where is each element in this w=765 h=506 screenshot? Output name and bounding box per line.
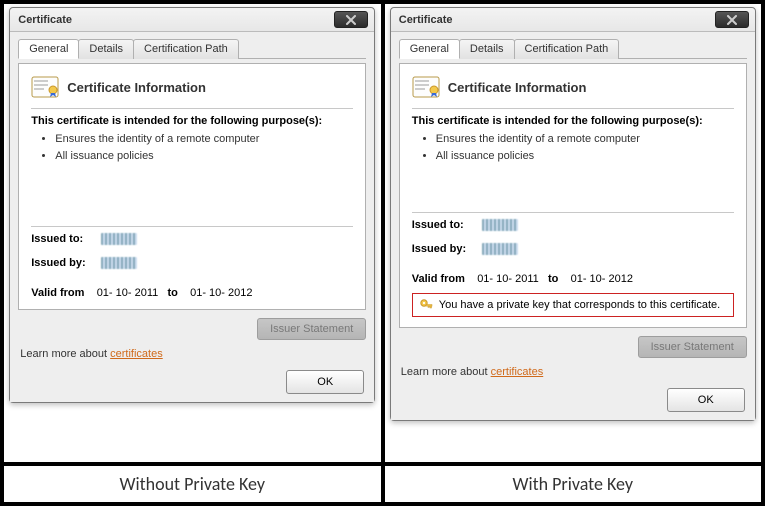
issued-to-row: Issued to: xyxy=(412,219,734,231)
certificates-link[interactable]: certificates xyxy=(491,366,544,378)
close-button[interactable] xyxy=(334,11,368,28)
issuer-statement-button: Issuer Statement xyxy=(638,336,747,358)
purpose-item: All issuance policies xyxy=(55,148,353,165)
valid-from-value: 01- 10- 2011 xyxy=(477,273,539,285)
learn-more-prefix: Learn more about xyxy=(20,348,110,360)
tab-certification-path[interactable]: Certification Path xyxy=(514,39,620,59)
ok-row: OK xyxy=(399,384,747,412)
titlebar: Certificate xyxy=(10,8,374,32)
valid-to-label: to xyxy=(167,287,177,299)
certificate-dialog: Certificate General Details Certificatio… xyxy=(390,7,756,421)
spacer xyxy=(31,164,353,224)
caption-left: Without Private Key xyxy=(2,464,383,504)
valid-from-label: Valid from xyxy=(412,273,465,285)
tab-content: Certificate Information This certificate… xyxy=(399,63,747,328)
issued-by-value-redacted xyxy=(482,243,518,255)
purpose-item: Ensures the identity of a remote compute… xyxy=(55,131,353,148)
cert-header: Certificate Information xyxy=(412,72,734,106)
certificate-icon xyxy=(412,76,440,98)
valid-from-label: Valid from xyxy=(31,287,84,299)
tab-general[interactable]: General xyxy=(399,39,460,59)
issued-by-row: Issued by: xyxy=(412,243,734,255)
spacer xyxy=(412,164,734,210)
purpose-list: Ensures the identity of a remote compute… xyxy=(31,131,353,164)
key-icon xyxy=(419,298,433,312)
issued-by-label: Issued by: xyxy=(31,257,95,269)
tab-strip: General Details Certification Path xyxy=(18,38,366,59)
client-area: General Details Certification Path Certi… xyxy=(10,32,374,402)
panels-row: Certificate General Details Certificatio… xyxy=(2,2,763,464)
cert-info-title: Certificate Information xyxy=(448,80,587,95)
certificate-dialog: Certificate General Details Certificatio… xyxy=(9,7,375,403)
valid-row: Valid from 01- 10- 2011 to 01- 10- 2012 xyxy=(412,273,734,285)
tab-details[interactable]: Details xyxy=(459,39,515,59)
valid-row: Valid from 01- 10- 2011 to 01- 10- 2012 xyxy=(31,287,353,299)
caption-right: With Private Key xyxy=(383,464,764,504)
divider xyxy=(31,226,353,227)
issued-by-row: Issued by: xyxy=(31,257,353,269)
divider xyxy=(31,108,353,109)
window-title: Certificate xyxy=(18,14,72,26)
divider xyxy=(412,212,734,213)
issued-to-row: Issued to: xyxy=(31,233,353,245)
valid-from-value: 01- 10- 2011 xyxy=(97,287,159,299)
issued-to-label: Issued to: xyxy=(412,219,476,231)
captions-row: Without Private Key With Private Key xyxy=(2,464,763,504)
valid-to-value: 01- 10- 2012 xyxy=(190,287,252,299)
window-title: Certificate xyxy=(399,14,453,26)
issued-to-value-redacted xyxy=(101,233,137,245)
tab-certification-path[interactable]: Certification Path xyxy=(133,39,239,59)
close-icon xyxy=(345,15,357,25)
learn-more: Learn more about certificates xyxy=(401,366,745,378)
panel-without-private-key: Certificate General Details Certificatio… xyxy=(2,2,383,464)
issuer-statement-button: Issuer Statement xyxy=(257,318,366,340)
purpose-item: All issuance policies xyxy=(436,148,734,165)
private-key-notice: You have a private key that corresponds … xyxy=(412,293,734,317)
certificate-icon xyxy=(31,76,59,98)
tab-details[interactable]: Details xyxy=(78,39,134,59)
tab-general[interactable]: General xyxy=(18,39,79,59)
valid-to-value: 01- 10- 2012 xyxy=(571,273,633,285)
titlebar: Certificate xyxy=(391,8,755,32)
issued-by-label: Issued by: xyxy=(412,243,476,255)
learn-more: Learn more about certificates xyxy=(20,348,364,360)
purpose-heading: This certificate is intended for the fol… xyxy=(412,115,734,127)
issued-to-value-redacted xyxy=(482,219,518,231)
divider xyxy=(412,108,734,109)
valid-to-label: to xyxy=(548,273,558,285)
comparison-frame: Certificate General Details Certificatio… xyxy=(0,0,765,506)
issued-by-value-redacted xyxy=(101,257,137,269)
cert-header: Certificate Information xyxy=(31,72,353,106)
learn-more-prefix: Learn more about xyxy=(401,366,491,378)
client-area: General Details Certification Path Certi… xyxy=(391,32,755,420)
panel-with-private-key: Certificate General Details Certificatio… xyxy=(383,2,764,464)
purpose-item: Ensures the identity of a remote compute… xyxy=(436,131,734,148)
ok-row: OK xyxy=(18,366,366,394)
purpose-list: Ensures the identity of a remote compute… xyxy=(412,131,734,164)
ok-button[interactable]: OK xyxy=(667,388,745,412)
ok-button[interactable]: OK xyxy=(286,370,364,394)
private-key-text: You have a private key that corresponds … xyxy=(439,299,720,311)
tab-content: Certificate Information This certificate… xyxy=(18,63,366,310)
certificates-link[interactable]: certificates xyxy=(110,348,163,360)
tab-strip: General Details Certification Path xyxy=(399,38,747,59)
issued-to-label: Issued to: xyxy=(31,233,95,245)
close-icon xyxy=(726,15,738,25)
purpose-heading: This certificate is intended for the fol… xyxy=(31,115,353,127)
close-button[interactable] xyxy=(715,11,749,28)
cert-info-title: Certificate Information xyxy=(67,80,206,95)
